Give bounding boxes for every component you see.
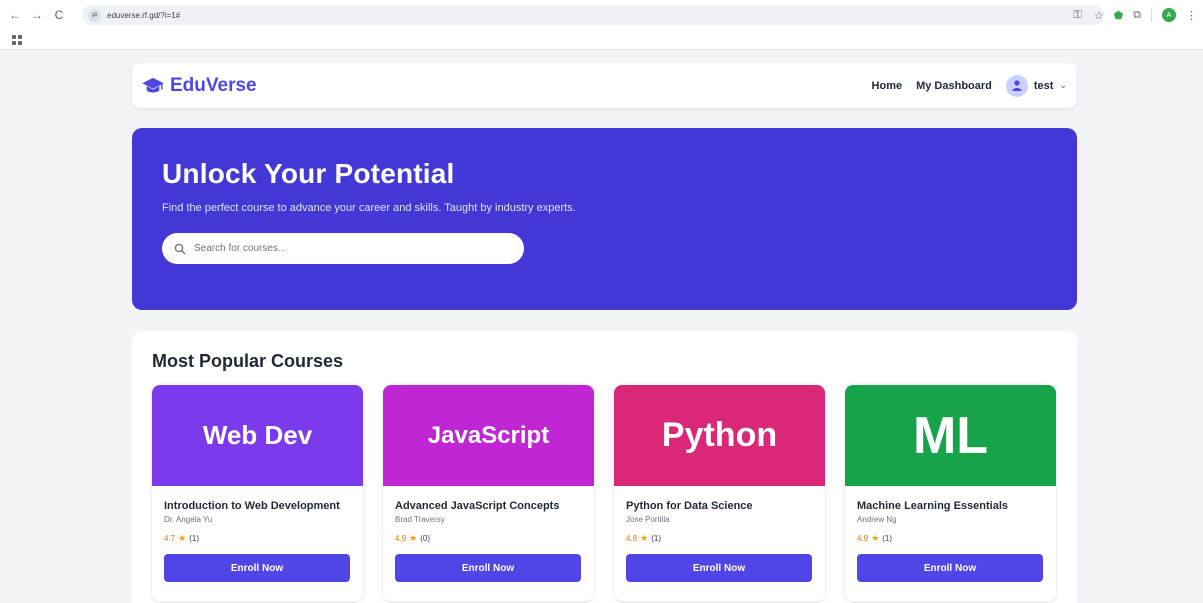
reload-button[interactable]: C [50,6,68,24]
bookmarks-bar [0,30,1203,50]
username-label: test [1033,79,1054,92]
rating-value: 4.8 [626,534,638,543]
course-info: Python for Data Science Jose Portilla 4.… [614,486,825,592]
course-rating: 4.9 ★ (1) [857,533,1044,544]
hero-subtitle: Find the perfect course to advance your … [162,202,576,214]
chevron-down-icon: ⌄ [1059,80,1067,90]
review-count: (1) [189,534,199,543]
section-heading: Most Popular Courses [152,351,344,371]
star-icon: ★ [640,533,649,543]
rating-value: 4.7 [164,534,176,543]
star-icon: ★ [871,533,880,543]
user-menu[interactable]: test ⌄ [1005,74,1067,97]
user-avatar-icon [1005,74,1028,97]
course-title[interactable]: Python for Data Science [626,500,813,512]
review-count: (1) [651,534,661,543]
brand-name: EduVerse [170,74,257,96]
review-count: (1) [882,534,892,543]
main-nav: Home My Dashboard test ⌄ [872,74,1067,97]
search-icon [174,243,186,254]
course-title[interactable]: Machine Learning Essentials [857,500,1044,512]
site-header: EduVerse Home My Dashboard test ⌄ [132,63,1077,108]
course-info: Advanced JavaScript Concepts Brad Traver… [383,486,594,592]
nav-dashboard-link[interactable]: My Dashboard [916,80,992,92]
popular-courses-section: Most Popular Courses Web Dev Introductio… [132,331,1077,603]
course-rating: 4.7 ★ (1) [164,533,351,544]
extensions-puzzle-icon[interactable]: ⧉ [1133,9,1141,22]
course-instructor: Dr. Angela Yu [164,515,213,524]
profile-avatar[interactable]: A [1162,8,1176,22]
address-bar[interactable]: ⇄ eduverse.rf.gd/?i=1# [82,5,1104,25]
course-info: Machine Learning Essentials Andrew Ng 4.… [845,486,1056,592]
course-instructor: Brad Traversy [395,515,445,524]
brand-logo[interactable]: EduVerse [142,75,257,97]
course-grid: Web Dev Introduction to Web Development … [152,385,1057,601]
course-rating: 4.8 ★ (1) [626,533,813,544]
enroll-button[interactable]: Enroll Now [626,554,812,582]
thumbnail-text: Python [661,416,778,454]
url-text[interactable]: eduverse.rf.gd/?i=1# [107,11,180,20]
site-info-icon[interactable]: ⇄ [88,8,101,22]
nav-home-link[interactable]: Home [872,80,903,92]
course-title[interactable]: Advanced JavaScript Concepts [395,500,582,512]
thumbnail-text: Web Dev [202,420,313,450]
course-thumbnail[interactable]: ML [845,385,1056,486]
course-title[interactable]: Introduction to Web Development [164,500,351,512]
course-thumbnail[interactable]: JavaScript [383,385,594,486]
review-count: (0) [420,534,430,543]
course-rating: 4.9 ★ (0) [395,533,582,544]
enroll-button[interactable]: Enroll Now [164,554,350,582]
toolbar-actions: ⚿ ☆ ⬟ ⧉ A ⋮ [1073,0,1203,30]
course-card[interactable]: JavaScript Advanced JavaScript Concepts … [383,385,594,601]
star-icon: ★ [409,533,418,543]
course-thumbnail[interactable]: Python [614,385,825,486]
hero-banner: Unlock Your Potential Find the perfect c… [132,128,1077,310]
apps-grid-icon[interactable] [12,35,22,45]
thumbnail-text: ML [912,406,989,465]
course-instructor: Andrew Ng [857,515,897,524]
graduation-cap-icon [142,77,164,93]
browser-toolbar: ← → C ⇄ eduverse.rf.gd/?i=1# ⚿ ☆ ⬟ ⧉ A ⋮ [0,0,1203,30]
thumbnail-text: JavaScript [427,421,550,449]
extension-shield-icon[interactable]: ⬟ [1114,9,1124,22]
search-input[interactable] [194,243,494,254]
rating-value: 4.9 [395,534,407,543]
hero-title: Unlock Your Potential [162,158,455,189]
bookmark-star-icon[interactable]: ☆ [1094,9,1104,22]
enroll-button[interactable]: Enroll Now [395,554,581,582]
toolbar-divider [1151,8,1152,22]
course-card[interactable]: Web Dev Introduction to Web Development … [152,385,363,601]
course-search[interactable] [162,233,524,264]
course-card[interactable]: ML Machine Learning Essentials Andrew Ng… [845,385,1056,601]
rating-value: 4.9 [857,534,869,543]
forward-button[interactable]: → [28,6,46,24]
star-icon: ★ [178,533,187,543]
course-thumbnail[interactable]: Web Dev [152,385,363,486]
course-card[interactable]: Python Python for Data Science Jose Port… [614,385,825,601]
menu-kebab-icon[interactable]: ⋮ [1186,9,1197,22]
course-instructor: Jose Portilla [626,515,670,524]
back-button[interactable]: ← [6,6,24,24]
password-key-icon[interactable]: ⚿ [1073,9,1081,22]
enroll-button[interactable]: Enroll Now [857,554,1043,582]
course-info: Introduction to Web Development Dr. Ange… [152,486,363,592]
